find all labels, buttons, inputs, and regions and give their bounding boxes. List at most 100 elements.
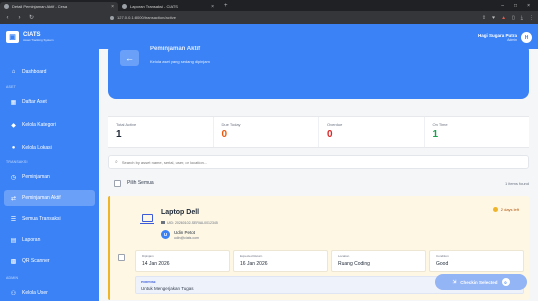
- tab-close-icon[interactable]: ×: [211, 4, 214, 10]
- select-all-label: Pilih Semua: [127, 180, 154, 186]
- main-content: Hagi Sugara Putra Admin H ← Peminjaman A…: [99, 24, 538, 301]
- browser-tab-inactive[interactable]: Laporan Transaksi - CIATS ×: [118, 2, 218, 11]
- sidebar-item-label: Kelola User: [22, 290, 48, 296]
- list-icon: ☰: [10, 216, 17, 223]
- asset-uid: UID: 20260102-SERIAL0012345: [161, 221, 218, 225]
- stat-label: Total Active: [116, 122, 137, 127]
- info-value: Good: [436, 261, 449, 267]
- stats-row: Total Active 1 Due Today 0 Overdue 0 On …: [108, 116, 529, 148]
- home-icon: ⌂: [11, 69, 16, 75]
- items-count: 1 items found: [504, 180, 529, 186]
- tab-favicon-icon: [122, 4, 127, 9]
- status-badge: 2 days left: [492, 207, 519, 212]
- stat-label: Due Today: [221, 122, 241, 127]
- sidebar-item-label: QR Scanner: [22, 258, 50, 264]
- sidebar-item-label: Laporan: [22, 237, 41, 243]
- stat-label: On Time: [432, 122, 448, 127]
- info-value: 16 Jan 2026: [240, 261, 268, 267]
- share-icon[interactable]: ⇪: [482, 15, 486, 21]
- tab-title: Laporan Transaksi - CIATS: [130, 4, 178, 9]
- sidebar-item-peminjaman[interactable]: ◷ Peminjaman: [4, 169, 95, 185]
- search-bar: ⌕: [108, 155, 529, 169]
- borrower-name: Udin Petot: [174, 230, 196, 235]
- sidebar-item-daftar-aset[interactable]: ▦ Daftar Aset: [4, 94, 95, 110]
- sidebar-item-label: Daftar Aset: [22, 99, 47, 105]
- info-expected-return: Expected Return 16 Jan 2026: [233, 250, 328, 272]
- info-label: Location: [338, 254, 350, 258]
- tab-close-icon[interactable]: ×: [111, 4, 114, 10]
- sidebar-item-dashboard[interactable]: ⌂ Dashboard: [4, 64, 95, 80]
- qr-icon: ▩: [10, 258, 17, 265]
- sidebar-item-peminjaman-aktif[interactable]: ⇄ Peminjaman Aktif: [4, 190, 95, 206]
- clock-icon: [492, 207, 498, 212]
- minimize-icon[interactable]: –: [501, 3, 504, 9]
- tab-title: Detail Peminjaman Aktif - Cesa: [12, 4, 68, 9]
- stat-value: 0: [327, 129, 333, 140]
- close-window-icon[interactable]: ×: [527, 3, 530, 9]
- search-input[interactable]: [121, 159, 422, 165]
- page-subtitle: Kelola aset yang sedang dipinjam: [150, 59, 210, 64]
- select-all-checkbox[interactable]: [114, 179, 121, 187]
- sidebar-toggle-icon[interactable]: ▯: [512, 15, 515, 21]
- laptop-icon: [140, 214, 154, 224]
- sidebar-item-kelola-user[interactable]: ⚇ Kelola User: [4, 285, 95, 301]
- reload-icon[interactable]: ↻: [28, 14, 35, 21]
- checkin-label: Checkin Selected: [460, 279, 498, 285]
- app-root: ▣ CIATS Asset Tracking System ⌂ Dashboar…: [0, 24, 538, 301]
- info-value: Ruang Coding: [338, 261, 370, 267]
- forward-icon[interactable]: ›: [16, 15, 23, 21]
- sidebar-item-semua-transaksi[interactable]: ☰ Semua Transaksi: [4, 211, 95, 227]
- stat-on-time: On Time 1: [423, 117, 530, 147]
- info-location: Location Ruang Coding: [331, 250, 426, 272]
- report-icon: ▤: [10, 237, 17, 244]
- checkin-selected-button[interactable]: ⇲ Checkin Selected 0: [435, 274, 527, 290]
- tag-icon: ◆: [11, 122, 16, 129]
- asset-name: Laptop Dell: [161, 209, 200, 216]
- pin-icon: ●: [11, 145, 16, 151]
- download-icon[interactable]: ⤓: [521, 15, 523, 21]
- days-left-text: 2 days left: [500, 207, 519, 212]
- barcode-icon: [161, 221, 165, 224]
- brand: ▣ CIATS Asset Tracking System: [0, 24, 99, 43]
- maximize-icon[interactable]: □: [514, 3, 517, 9]
- sidebar-item-laporan[interactable]: ▤ Laporan: [4, 232, 95, 248]
- new-tab-icon[interactable]: +: [224, 3, 228, 9]
- extension-icon[interactable]: ▲: [501, 15, 506, 21]
- info-condition: Condition Good: [429, 250, 524, 272]
- back-icon[interactable]: ‹: [4, 15, 11, 21]
- url-field[interactable]: 127.0.0.1:8000/transaction/active: [110, 15, 176, 20]
- site-info-icon[interactable]: [110, 15, 114, 20]
- info-label: Dipinjam: [142, 254, 154, 258]
- stat-overdue: Overdue 0: [318, 117, 424, 147]
- swap-icon: ⇄: [10, 195, 17, 202]
- avatar[interactable]: H: [521, 32, 532, 43]
- stat-value: 0: [221, 129, 228, 140]
- bookmark-icon[interactable]: ♥: [492, 15, 495, 21]
- sidebar-item-label: Kelola Kategori: [22, 122, 56, 128]
- sidebar: ▣ CIATS Asset Tracking System ⌂ Dashboar…: [0, 24, 99, 301]
- info-value: 14 Jan 2026: [142, 261, 170, 267]
- user-role: Admin: [507, 38, 517, 42]
- url-text: 127.0.0.1:8000/transaction/active: [117, 15, 176, 20]
- selected-count-badge: 0: [501, 278, 510, 286]
- back-arrow-icon[interactable]: ←: [120, 50, 139, 66]
- sidebar-item-kelola-lokasi[interactable]: ● Kelola Lokasi: [4, 140, 95, 156]
- clock-icon: ◷: [10, 174, 17, 181]
- page-header-banner: ← Peminjaman Aktif Kelola aset yang seda…: [108, 43, 529, 99]
- user-menu[interactable]: Hagi Sugara Putra Admin H: [478, 32, 532, 43]
- stat-label: Overdue: [327, 122, 343, 127]
- sidebar-item-label: Dashboard: [22, 69, 47, 75]
- browser-tab-active[interactable]: Detail Peminjaman Aktif - Cesa ×: [0, 2, 118, 11]
- sidebar-item-label: Kelola Lokasi: [22, 145, 52, 151]
- checkin-icon: ⇲: [452, 279, 457, 284]
- toolbar-icons: ⇪ ♥ ▲ ▯ ⤓ ⋮: [482, 15, 534, 21]
- sidebar-section-admin: ADMIN: [6, 276, 19, 280]
- borrower-avatar: U: [161, 230, 170, 239]
- stat-total-active: Total Active 1: [108, 117, 213, 147]
- loan-checkbox[interactable]: [118, 254, 125, 261]
- sidebar-item-kelola-kategori[interactable]: ◆ Kelola Kategori: [4, 117, 95, 133]
- menu-icon[interactable]: ⋮: [529, 15, 534, 21]
- sidebar-item-qr-scanner[interactable]: ▩ QR Scanner: [4, 253, 95, 269]
- info-borrowed-date: Dipinjam 14 Jan 2026: [135, 250, 230, 272]
- sidebar-section-transaksi: TRANSAKSI: [6, 160, 28, 164]
